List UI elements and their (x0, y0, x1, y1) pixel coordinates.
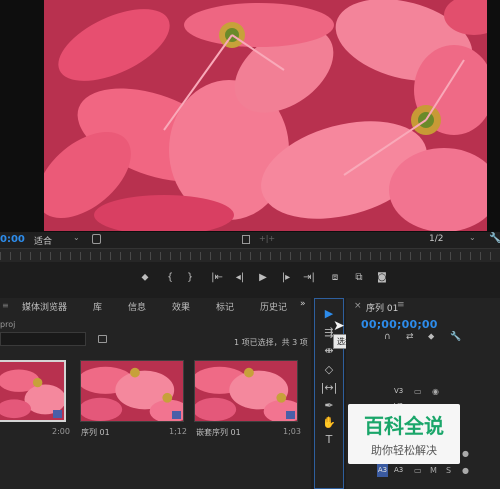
film-icon[interactable]: ▭ (414, 387, 422, 396)
overwrite-icon[interactable]: ⧉ (351, 272, 367, 283)
pen-tool-icon[interactable]: ✒ (315, 399, 343, 412)
snap-icon[interactable]: ∩ (384, 332, 391, 342)
microphone-icon[interactable]: ● (462, 466, 469, 475)
track-label: V3 (394, 387, 404, 395)
mark-in-icon[interactable]: { (162, 272, 178, 283)
drag-audio-icon[interactable]: +|+ (259, 234, 275, 243)
item-name: 嵌套序列 01 (196, 428, 241, 437)
playhead-timecode[interactable]: 0:00 (0, 234, 25, 245)
go-to-out-icon[interactable]: ⇥| (301, 272, 317, 283)
safe-margins-icon[interactable] (92, 234, 101, 244)
new-bin-icon[interactable] (98, 335, 107, 343)
tab-info[interactable]: 信息 (128, 300, 146, 313)
watermark-logo: 百科全说 助你轻松解决 (348, 404, 460, 464)
project-panel: ≡ 媒体浏览器 库 信息 效果 标记 历史记 » proj 1 项已选择，共 3… (0, 298, 311, 489)
item-duration: 2:00 (52, 427, 70, 436)
selection-count: 1 项已选择，共 3 项 (234, 338, 308, 347)
media-type-badge (172, 411, 181, 419)
preview-image (44, 0, 487, 231)
razor-tool-icon[interactable]: ◇ (315, 363, 343, 376)
play-icon[interactable]: ▶ (255, 272, 271, 283)
monitor-time-ruler[interactable] (0, 248, 500, 262)
chevron-down-icon[interactable]: ⌄ (73, 233, 80, 242)
tab-separator: ≡ (2, 301, 9, 310)
track-label: A3 (394, 466, 404, 474)
project-item-thumbnail[interactable] (194, 360, 298, 422)
add-marker-icon[interactable]: ⬥ (137, 272, 153, 283)
hand-tool-icon[interactable]: ✋ (315, 416, 343, 429)
tab-markers[interactable]: 标记 (216, 300, 234, 313)
chevron-down-icon[interactable]: ⌄ (469, 233, 476, 242)
audio-track: A3 A3 ▭ M S ● (346, 463, 500, 478)
step-forward-icon[interactable]: |▸ (278, 272, 294, 283)
close-icon[interactable]: × (354, 301, 362, 311)
transport-controls: ⬥ { } |⇤ ◂| ▶ |▸ ⇥| ⧈ ⧉ ◙ (0, 262, 500, 298)
mark-out-icon[interactable]: } (182, 272, 198, 283)
timeline-timecode[interactable]: 00;00;00;00 (361, 318, 438, 331)
watermark-subtitle: 助你轻松解决 (371, 444, 437, 457)
media-type-badge (286, 411, 295, 419)
solo-button[interactable]: S (446, 466, 451, 475)
sequence-tab[interactable]: 序列 01 (366, 301, 398, 314)
media-type-badge (53, 410, 62, 418)
camera-icon[interactable]: ◙ (374, 272, 390, 283)
panel-menu-icon[interactable]: ≡ (397, 300, 405, 310)
project-item-thumbnail[interactable] (0, 360, 66, 422)
item-duration: 1;12 (169, 427, 187, 436)
type-tool-icon[interactable]: T (315, 433, 343, 446)
item-duration: 1;03 (283, 427, 301, 436)
linked-selection-icon[interactable]: ⇄ (406, 332, 414, 342)
resolution-dropdown[interactable]: 1/2 (429, 234, 443, 244)
go-to-in-icon[interactable]: |⇤ (209, 272, 225, 283)
video-track: V3 ▭ ◉ (346, 384, 500, 399)
drag-video-icon[interactable] (242, 235, 250, 244)
project-item-thumbnail[interactable] (80, 360, 184, 422)
tab-history[interactable]: 历史记 (260, 300, 287, 313)
monitor-controls-bar: 0:00 适合 ⌄ +|+ 1/2 ⌄ 🔧 (0, 232, 500, 248)
more-tabs-button[interactable]: » (300, 299, 306, 309)
ruler-ticks (0, 252, 500, 260)
wrench-icon[interactable]: 🔧 (489, 233, 500, 244)
insert-icon[interactable]: ⧈ (327, 272, 343, 283)
timeline-settings-icon[interactable]: 🔧 (450, 332, 461, 342)
panel-tabs: ≡ 媒体浏览器 库 信息 效果 标记 历史记 » (0, 298, 311, 314)
eye-icon[interactable]: ◉ (432, 387, 439, 396)
tab-effects[interactable]: 效果 (172, 300, 190, 313)
add-marker-icon[interactable]: ⬥ (428, 332, 434, 342)
sync-lock-icon[interactable]: ▭ (414, 466, 422, 475)
source-patch[interactable]: A3 (377, 464, 388, 477)
watermark-title: 百科全说 (364, 414, 444, 438)
search-input[interactable] (0, 332, 86, 346)
item-name: 序列 01 (81, 428, 110, 437)
mute-button[interactable]: M (430, 466, 437, 475)
fit-dropdown[interactable]: 适合 (34, 234, 52, 247)
microphone-icon[interactable]: ● (462, 449, 469, 458)
project-name: proj (0, 320, 16, 329)
mouse-cursor-icon: ➤ (333, 318, 345, 334)
tab-libraries[interactable]: 库 (93, 300, 102, 313)
step-back-icon[interactable]: ◂| (232, 272, 248, 283)
tab-media-browser[interactable]: 媒体浏览器 (22, 300, 67, 313)
program-monitor (0, 0, 500, 232)
slip-tool-icon[interactable]: |↔| (315, 381, 343, 394)
